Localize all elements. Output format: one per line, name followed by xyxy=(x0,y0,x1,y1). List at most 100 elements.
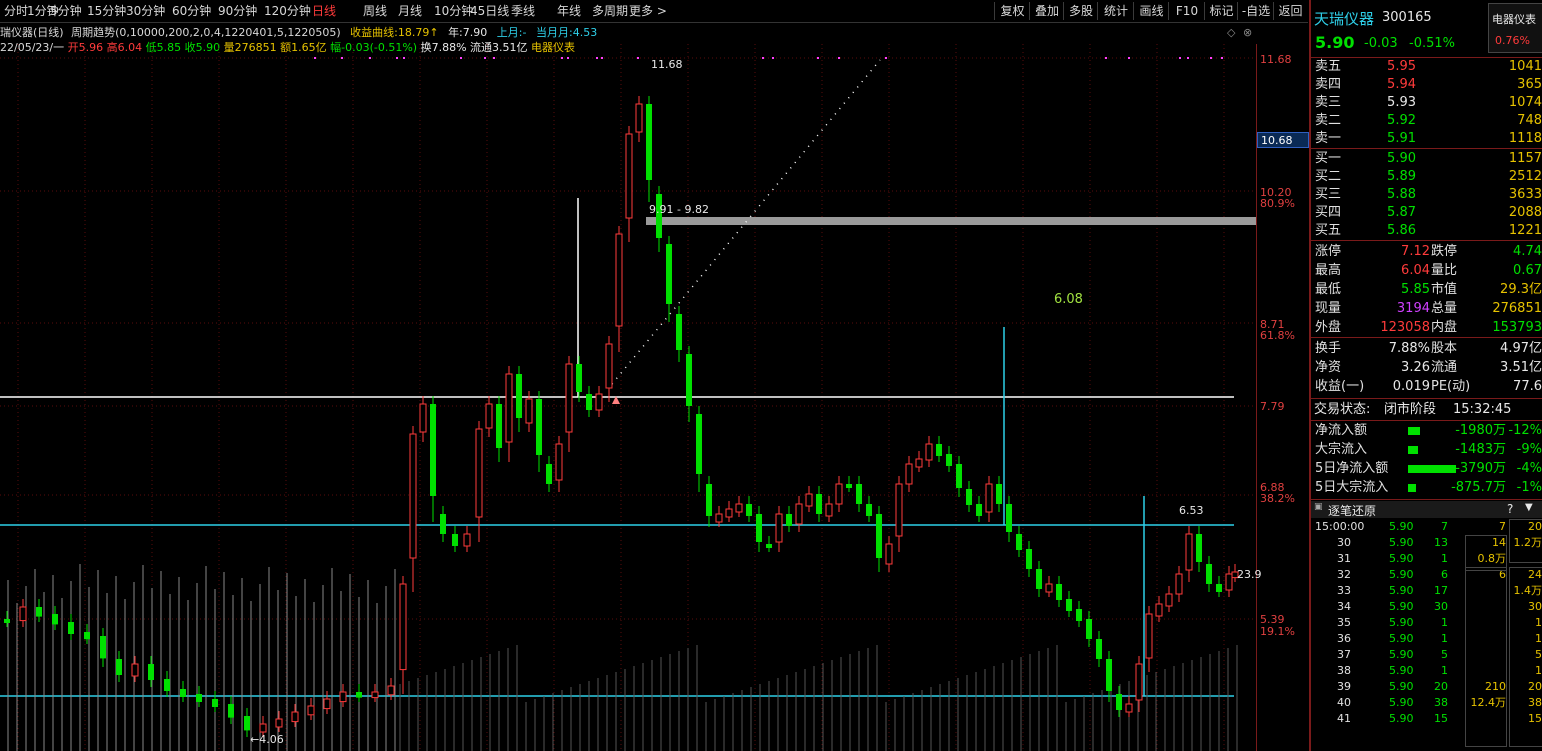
stat-value: 6.04 xyxy=(1401,263,1430,278)
candle-body xyxy=(1026,549,1032,569)
period-0[interactable]: 分时 xyxy=(4,3,28,19)
tick-price: 5.90 xyxy=(1389,712,1414,725)
flow-bar xyxy=(1408,446,1418,454)
candle-body xyxy=(775,513,783,543)
tool-button-0[interactable]: 复权 xyxy=(994,2,1030,20)
candle-body xyxy=(307,705,315,716)
flow-value: -1980万 xyxy=(1455,423,1506,438)
candle-body xyxy=(635,103,643,133)
period-4[interactable]: 30分钟 xyxy=(126,3,165,19)
ticks-header[interactable]: ▣ 逐笔还原 ? ▼ xyxy=(1311,501,1542,518)
ticks-title: 逐笔还原 xyxy=(1328,504,1377,518)
period-8[interactable]: 日线 xyxy=(312,3,336,19)
candle-body xyxy=(1045,583,1053,593)
candle-body xyxy=(1135,663,1143,701)
tool-button-5[interactable]: F10 xyxy=(1168,2,1205,20)
divider xyxy=(1311,420,1542,421)
candle-body xyxy=(1125,703,1133,713)
candle-body xyxy=(475,428,483,518)
ask-row[interactable]: 卖四 5.94 365 xyxy=(1311,76,1542,94)
tool-button-3[interactable]: 统计 xyxy=(1097,2,1134,20)
period-11[interactable]: 10分钟 xyxy=(434,3,473,19)
stat-label: 现量 xyxy=(1315,301,1342,316)
period-12[interactable]: 45日线 xyxy=(470,3,509,19)
candle-body xyxy=(625,133,633,219)
bid-row[interactable]: 买一 5.90 1157 xyxy=(1311,150,1542,168)
candle-body xyxy=(816,494,822,514)
period-3[interactable]: 15分钟 xyxy=(87,3,126,19)
axis-pct-label: 19.1% xyxy=(1260,625,1295,638)
bid-row[interactable]: 买二 5.89 2512 xyxy=(1311,168,1542,186)
settings-icon[interactable]: ◇ xyxy=(1227,26,1235,39)
tick-group-box xyxy=(1509,567,1542,747)
stat-row: 最高 6.04 量比 0.67 xyxy=(1311,262,1542,280)
ask-row[interactable]: 卖二 5.92 748 xyxy=(1311,112,1542,130)
tool-button-7[interactable]: -自选 xyxy=(1237,2,1274,20)
candle-body xyxy=(795,503,803,525)
close-icon[interactable]: ⊗ xyxy=(1243,26,1252,39)
stat-label: PE(动) xyxy=(1431,379,1471,394)
tool-button-1[interactable]: 叠加 xyxy=(1029,2,1064,20)
period-2[interactable]: 5分钟 xyxy=(50,3,82,19)
signal-dot xyxy=(561,57,563,59)
period-10[interactable]: 月线 xyxy=(398,3,422,19)
signal-dot xyxy=(567,57,569,59)
candle-body xyxy=(735,503,743,513)
stock-chart-title: 瑞仪器(日线) xyxy=(0,26,64,39)
tick-row: 30 5.90 13 14 1.2万 xyxy=(1311,535,1542,551)
signal-dot xyxy=(484,57,486,59)
bid-row[interactable]: 买三 5.88 3633 xyxy=(1311,186,1542,204)
indicator-name[interactable]: 周期趋势(0,10000,200,2,0,4,1220401,5,1220505… xyxy=(71,26,341,39)
collapse-icon[interactable]: ▣ xyxy=(1314,502,1323,512)
ask-price: 5.94 xyxy=(1387,77,1416,92)
period-6[interactable]: 90分钟 xyxy=(218,3,257,19)
candle-body xyxy=(485,403,493,429)
period-14[interactable]: 年线 xyxy=(557,3,581,19)
tick-group-box xyxy=(1465,535,1507,571)
kline-chart[interactable] xyxy=(0,44,1260,751)
mid-value-label: 6.08 xyxy=(1054,292,1083,307)
tick-time: 33 xyxy=(1337,584,1351,597)
tool-button-8[interactable]: 返回 xyxy=(1273,2,1307,20)
candle-body xyxy=(440,514,446,534)
period-13[interactable]: 季线 xyxy=(511,3,535,19)
price-axis: 11.68 10.68 10.20 80.9% 8.71 61.8% 7.79 … xyxy=(1256,44,1309,751)
period-15[interactable]: 多周期 xyxy=(592,3,628,19)
stat-value: 4.74 xyxy=(1513,244,1542,259)
tool-button-2[interactable]: 多股 xyxy=(1063,2,1098,20)
candle-body xyxy=(148,664,154,680)
ask-row[interactable]: 卖一 5.91 1118 xyxy=(1311,130,1542,148)
period-7[interactable]: 120分钟 xyxy=(264,3,311,19)
ask-label: 卖五 xyxy=(1315,59,1342,74)
ask-row[interactable]: 卖三 5.93 1074 xyxy=(1311,94,1542,112)
period-9[interactable]: 周线 xyxy=(363,3,387,19)
candle-body xyxy=(915,458,923,468)
last-value-label: 23.9 xyxy=(1237,568,1262,581)
flow-pct: -12% xyxy=(1508,423,1542,438)
candle-body xyxy=(536,399,542,455)
candle-body xyxy=(52,614,58,625)
period-5[interactable]: 60分钟 xyxy=(172,3,211,19)
candle-body xyxy=(399,583,407,671)
bid-row[interactable]: 买五 5.86 1221 xyxy=(1311,222,1542,240)
sector-badge-box[interactable]: 电器仪表 0.76% xyxy=(1488,3,1542,53)
signal-dot xyxy=(1128,57,1130,59)
help-icon[interactable]: ? xyxy=(1507,502,1513,516)
bid-row[interactable]: 买四 5.87 2088 xyxy=(1311,204,1542,222)
indicator-info-line: 瑞仪器(日线) 周期趋势(0,10000,200,2,0,4,1220401,5… xyxy=(0,24,597,40)
signal-dot xyxy=(369,57,371,59)
candle-body xyxy=(546,464,552,484)
candle-body xyxy=(746,504,752,516)
tool-button-6[interactable]: 标记 xyxy=(1204,2,1238,20)
candle-body xyxy=(696,414,702,474)
menu-icon[interactable]: ▼ xyxy=(1525,502,1533,513)
tool-button-4[interactable]: 画线 xyxy=(1133,2,1169,20)
flow-value: -3790万 xyxy=(1455,461,1506,476)
period-16[interactable]: 更多 > xyxy=(629,3,667,19)
tick-time: 32 xyxy=(1337,568,1351,581)
tick-row: 35 5.90 1 1 xyxy=(1311,615,1542,631)
this-month-value: 4.53 xyxy=(572,26,598,39)
bid-volume: 3633 xyxy=(1508,187,1542,202)
ask-row[interactable]: 卖五 5.95 1041 xyxy=(1311,58,1542,76)
ask-price: 5.91 xyxy=(1387,131,1416,146)
